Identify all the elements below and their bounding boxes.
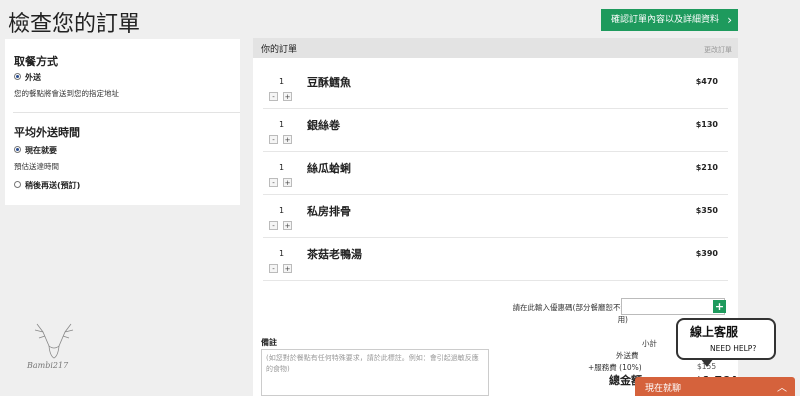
increase-qty-button[interactable]: + (283, 221, 292, 230)
live-chat-bar[interactable]: 現在就聊 ︿ (635, 377, 795, 396)
chat-bubble-subtitle: NEED HELP? (710, 344, 757, 353)
chat-bar-label: 現在就聊 (645, 384, 682, 394)
order-item: 1 私房排骨 $350 - + (263, 194, 728, 238)
estimated-arrival-text: 預估送達時間 (14, 162, 59, 171)
item-name: 絲瓜蛤蜊 (307, 162, 351, 175)
later-radio[interactable] (14, 181, 21, 188)
chevron-up-icon[interactable]: ︿ (777, 379, 787, 394)
increase-qty-button[interactable]: + (283, 264, 292, 273)
increase-qty-button[interactable]: + (283, 178, 292, 187)
chat-bubble[interactable]: 線上客服 NEED HELP? (676, 318, 776, 360)
now-radio[interactable] (14, 146, 21, 153)
chat-bubble-tail (700, 358, 714, 367)
decrease-qty-button[interactable]: - (269, 221, 278, 230)
confirm-order-label: 確認訂單內容以及詳細資料 (611, 15, 720, 25)
order-header: 你的訂單 更改訂單 (253, 38, 738, 58)
delivery-description: 您的餐點將會送到您的指定地址 (14, 89, 119, 98)
confirm-order-button[interactable]: 確認訂單內容以及詳細資料 › (601, 9, 738, 31)
chevron-right-icon: › (727, 13, 732, 27)
item-qty: 1 (279, 163, 285, 172)
order-title: 你的訂單 (261, 45, 298, 55)
delivery-option-label: 外送 (25, 73, 41, 82)
increase-qty-button[interactable]: + (283, 92, 292, 101)
order-options-panel: 取餐方式 外送 您的餐點將會送到您的指定地址 平均外送時間 現在就要 預估送達時… (5, 39, 240, 205)
apply-promo-button[interactable]: + (713, 300, 726, 313)
item-price: $130 (695, 120, 718, 129)
increase-qty-button[interactable]: + (283, 135, 292, 144)
decrease-qty-button[interactable]: - (269, 135, 278, 144)
svg-text:Bambi217: Bambi217 (26, 361, 69, 370)
order-panel: 你的訂單 更改訂單 1 豆酥鱈魚 $470 - + 1 銀絲卷 $130 - +… (253, 38, 738, 396)
chat-bubble-title: 線上客服 (690, 325, 739, 339)
item-qty: 1 (279, 249, 285, 258)
item-price: $390 (695, 249, 718, 258)
now-option-label: 現在就要 (25, 146, 57, 155)
item-qty: 1 (279, 120, 285, 129)
decrease-qty-button[interactable]: - (269, 92, 278, 101)
note-textarea[interactable]: (如您對於餐點有任何特殊要求，請於此標註。例如：會引起過敏反應的食物) (261, 349, 489, 396)
item-price: $210 (695, 163, 718, 172)
edit-order-link[interactable]: 更改訂單 (704, 45, 732, 55)
bambi-watermark-logo: Bambi217 (26, 323, 74, 370)
later-option-label: 稍後再送(預訂) (25, 181, 81, 190)
order-item: 1 絲瓜蛤蜊 $210 - + (263, 151, 728, 195)
subtotal-label: 小計 (642, 339, 657, 348)
order-item: 1 茶菇老鴨湯 $390 - + (263, 237, 728, 281)
delivery-fee-label: 外送費 (616, 351, 639, 360)
dining-method-title: 取餐方式 (14, 55, 58, 68)
note-label: 備註 (261, 338, 277, 347)
item-name: 豆酥鱈魚 (307, 76, 351, 89)
decrease-qty-button[interactable]: - (269, 264, 278, 273)
item-name: 茶菇老鴨湯 (307, 248, 362, 261)
decrease-qty-button[interactable]: - (269, 178, 278, 187)
divider (13, 112, 240, 113)
order-item: 1 銀絲卷 $130 - + (263, 108, 728, 152)
item-qty: 1 (279, 206, 285, 215)
page-title: 檢查您的訂單 (8, 12, 141, 37)
item-price: $470 (695, 77, 718, 86)
promo-code-label: 請在此輸入優惠碼(部分餐廳恕不適用) (512, 303, 628, 324)
item-qty: 1 (279, 77, 285, 86)
order-item: 1 豆酥鱈魚 $470 - + (263, 65, 728, 109)
delivery-time-title: 平均外送時間 (14, 126, 80, 139)
item-name: 私房排骨 (307, 205, 351, 218)
item-name: 銀絲卷 (307, 119, 340, 132)
promo-code-input[interactable] (621, 298, 725, 315)
delivery-radio[interactable] (14, 73, 21, 80)
item-price: $350 (695, 206, 718, 215)
